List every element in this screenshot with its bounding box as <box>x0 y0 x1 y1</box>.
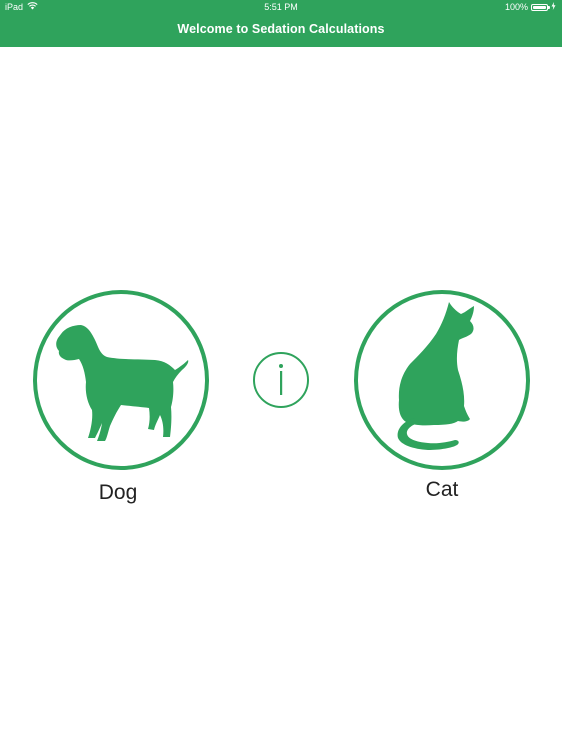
battery-level <box>533 5 546 9</box>
charging-icon <box>551 0 556 14</box>
info-button[interactable] <box>253 352 309 408</box>
page-title: Welcome to Sedation Calculations <box>177 22 385 36</box>
dog-icon <box>37 294 205 466</box>
battery-percent: 100% <box>504 2 528 12</box>
header-bar: iPad 5:51 PM 100% Welcome to Sedation Ca… <box>0 0 562 47</box>
info-icon <box>255 354 307 406</box>
status-bar: iPad 5:51 PM 100% <box>0 0 562 14</box>
cat-label[interactable]: Cat <box>382 478 502 502</box>
status-right: 100% <box>505 0 556 14</box>
cat-icon <box>358 294 526 466</box>
app-screen: iPad 5:51 PM 100% Welcome to Sedation Ca… <box>0 0 562 750</box>
cat-button[interactable] <box>354 290 530 470</box>
dog-label[interactable]: Dog <box>58 481 178 505</box>
status-time: 5:51 PM <box>264 2 298 12</box>
battery-icon <box>531 3 550 11</box>
dog-button[interactable] <box>33 290 209 470</box>
